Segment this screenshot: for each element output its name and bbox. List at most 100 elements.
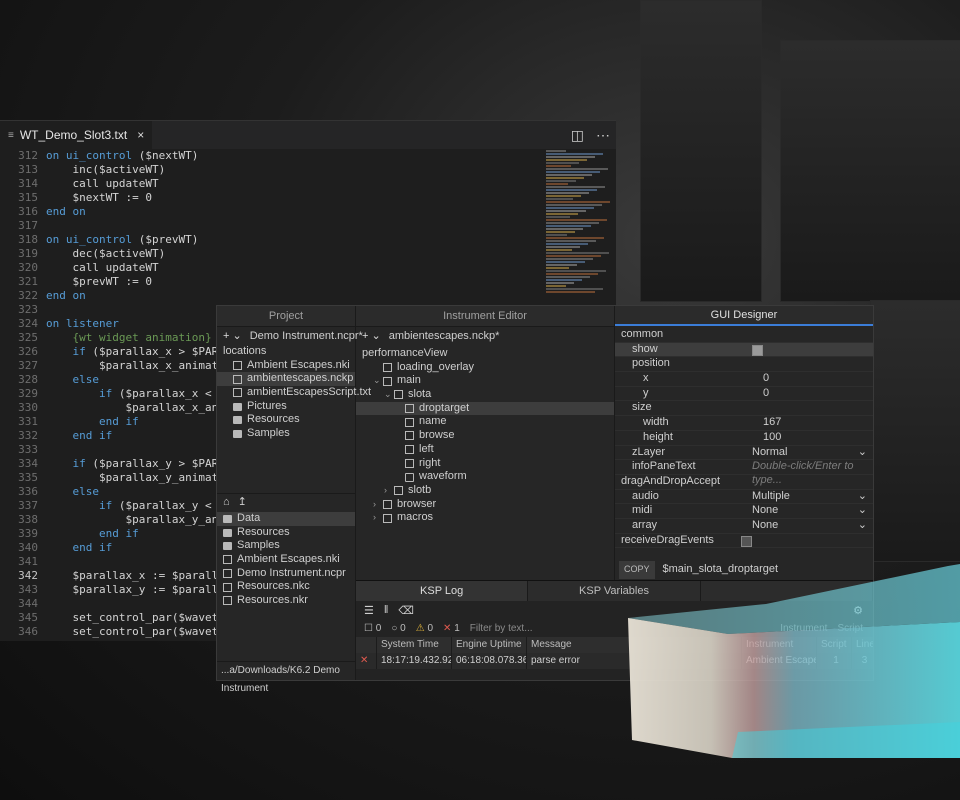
log-settings-icon[interactable]: ☰	[364, 604, 374, 617]
file-item[interactable]: Resources.nkc	[217, 580, 355, 594]
file-item[interactable]: Data	[217, 512, 355, 526]
property-value[interactable]	[741, 534, 873, 548]
property-row[interactable]: infoPaneText Double-click/Enter to type..…	[615, 460, 873, 486]
property-value[interactable]: Double-click/Enter to type...	[752, 460, 873, 486]
minimap[interactable]	[542, 149, 616, 309]
instrument-filter[interactable]: Instrument	[780, 623, 827, 634]
property-row[interactable]: show	[615, 342, 873, 358]
code-line[interactable]: on ui_control ($nextWT)	[46, 149, 536, 163]
property-value[interactable]: Multiple ⌄	[752, 490, 873, 504]
property-row[interactable]: size	[615, 401, 873, 417]
chevron-down-icon[interactable]: ⌄	[858, 504, 867, 518]
tree-item[interactable]: ⌄ slota	[356, 388, 614, 402]
file-item[interactable]: Ambient Escapes.nki	[217, 359, 355, 373]
property-value[interactable]	[752, 357, 873, 371]
tab-ksp-variables[interactable]: KSP Variables	[528, 581, 701, 601]
clear-icon[interactable]: ⌫	[398, 604, 414, 617]
filter-text-input[interactable]: Filter by text...	[470, 623, 533, 634]
property-value[interactable]: 0	[763, 387, 873, 401]
home-icon[interactable]: ⌂	[223, 496, 230, 510]
property-value[interactable]: None ⌄	[752, 504, 873, 518]
tree-item[interactable]: › macros	[356, 511, 614, 525]
copy-button[interactable]: COPY	[619, 561, 655, 580]
chevron-right-icon[interactable]: ›	[373, 498, 383, 512]
file-item[interactable]: Resources	[217, 526, 355, 540]
tree-item[interactable]: right	[356, 457, 614, 471]
property-row[interactable]: y0	[615, 387, 873, 402]
file-item[interactable]: Resources	[217, 413, 355, 427]
chevron-right-icon[interactable]: ›	[384, 484, 394, 498]
property-row[interactable]: position	[615, 357, 873, 373]
code-line[interactable]: inc($activeWT)	[46, 163, 536, 177]
close-icon[interactable]: ×	[137, 128, 144, 142]
code-line[interactable]: call updateWT	[46, 177, 536, 191]
tab-third[interactable]	[700, 581, 873, 601]
property-row[interactable]: dragAndDropAccept	[615, 475, 873, 490]
chevron-down-icon[interactable]: ⌄	[858, 519, 867, 533]
editor-tab[interactable]: ≡ WT_Demo_Slot3.txt ×	[0, 121, 153, 149]
col-instrument[interactable]: Instrument	[742, 637, 817, 653]
col-engine-uptime[interactable]: Engine Uptime	[452, 637, 527, 653]
tab-instrument-editor[interactable]: Instrument Editor	[356, 306, 614, 327]
code-line[interactable]: dec($activeWT)	[46, 247, 536, 261]
more-actions-icon[interactable]: ⋯	[596, 127, 610, 144]
code-line[interactable]: on ui_control ($prevWT)	[46, 233, 536, 247]
property-row[interactable]: common	[615, 328, 873, 343]
col-system-time[interactable]: System Time	[377, 637, 452, 653]
property-row[interactable]: x0	[615, 372, 873, 387]
file-item[interactable]: Resources.nkr	[217, 594, 355, 608]
filter-error[interactable]: ✕ 1	[443, 623, 460, 634]
code-line[interactable]: $nextWT := 0	[46, 191, 536, 205]
property-row[interactable]: width 167	[615, 416, 873, 431]
tree-item[interactable]: performanceView	[356, 347, 614, 361]
property-checkbox[interactable]	[741, 535, 752, 547]
filter-info[interactable]: ○ 0	[391, 623, 405, 634]
parent-folder-icon[interactable]: ↥	[238, 496, 247, 510]
property-row[interactable]: zLayer Normal ⌄	[615, 446, 873, 461]
property-row[interactable]: receiveDragEvents	[615, 534, 873, 549]
property-value[interactable]: 0	[763, 372, 873, 386]
property-value[interactable]	[752, 401, 873, 415]
file-item[interactable]: Samples	[217, 427, 355, 441]
tree-item[interactable]: browse	[356, 429, 614, 443]
split-editor-icon[interactable]: ◫	[571, 127, 584, 144]
add-dropdown-button[interactable]: + ⌄	[362, 330, 381, 344]
filter-warning[interactable]: ⚠ 0	[416, 623, 433, 634]
tab-gui-designer[interactable]: GUI Designer	[615, 306, 873, 326]
file-item[interactable]: Ambient Escapes.nki	[217, 553, 355, 567]
file-item[interactable]: Demo Instrument.ncpr	[217, 567, 355, 581]
file-item[interactable]: Pictures	[217, 400, 355, 414]
tree-item[interactable]: › slotb	[356, 484, 614, 498]
tree-item[interactable]: loading_overlay	[356, 361, 614, 375]
chevron-down-icon[interactable]: ⌄	[384, 388, 394, 402]
tree-item[interactable]: waveform	[356, 470, 614, 484]
instrument-name[interactable]: Demo Instrument.ncpr*	[250, 330, 363, 344]
property-value[interactable]	[741, 328, 873, 342]
col-script[interactable]: Script	[817, 637, 852, 653]
property-value[interactable]	[741, 475, 873, 489]
chevron-down-icon[interactable]: ⌄	[858, 490, 867, 504]
file-item[interactable]: Samples	[217, 539, 355, 553]
file-item[interactable]: ambientescapes.nckp	[217, 372, 355, 387]
tree-item[interactable]: droptarget	[356, 401, 614, 416]
code-line[interactable]: $prevWT := 0	[46, 275, 536, 289]
chevron-down-icon[interactable]: ⌄	[858, 446, 867, 460]
tree-item[interactable]: name	[356, 415, 614, 429]
col-message[interactable]: Message	[527, 637, 742, 653]
nckp-file-name[interactable]: ambientescapes.nckp*	[389, 330, 500, 344]
chevron-right-icon[interactable]: ›	[373, 511, 383, 525]
property-row[interactable]: audio Multiple ⌄	[615, 490, 873, 505]
col-line[interactable]: Line	[852, 637, 873, 653]
tree-item[interactable]: › browser	[356, 498, 614, 512]
code-line[interactable]	[46, 219, 536, 233]
chevron-down-icon[interactable]: ⌄	[373, 374, 383, 388]
property-checkbox[interactable]	[752, 344, 763, 356]
property-value[interactable]: None ⌄	[752, 519, 873, 533]
file-item[interactable]: ambientEscapesScript.txt	[217, 386, 371, 400]
property-row[interactable]: midi None ⌄	[615, 504, 873, 519]
property-row[interactable]: height 100	[615, 431, 873, 446]
add-dropdown-button[interactable]: + ⌄	[223, 330, 242, 344]
property-row[interactable]: array None ⌄	[615, 519, 873, 534]
code-line[interactable]: end on	[46, 289, 536, 303]
tab-project[interactable]: Project	[217, 306, 355, 327]
